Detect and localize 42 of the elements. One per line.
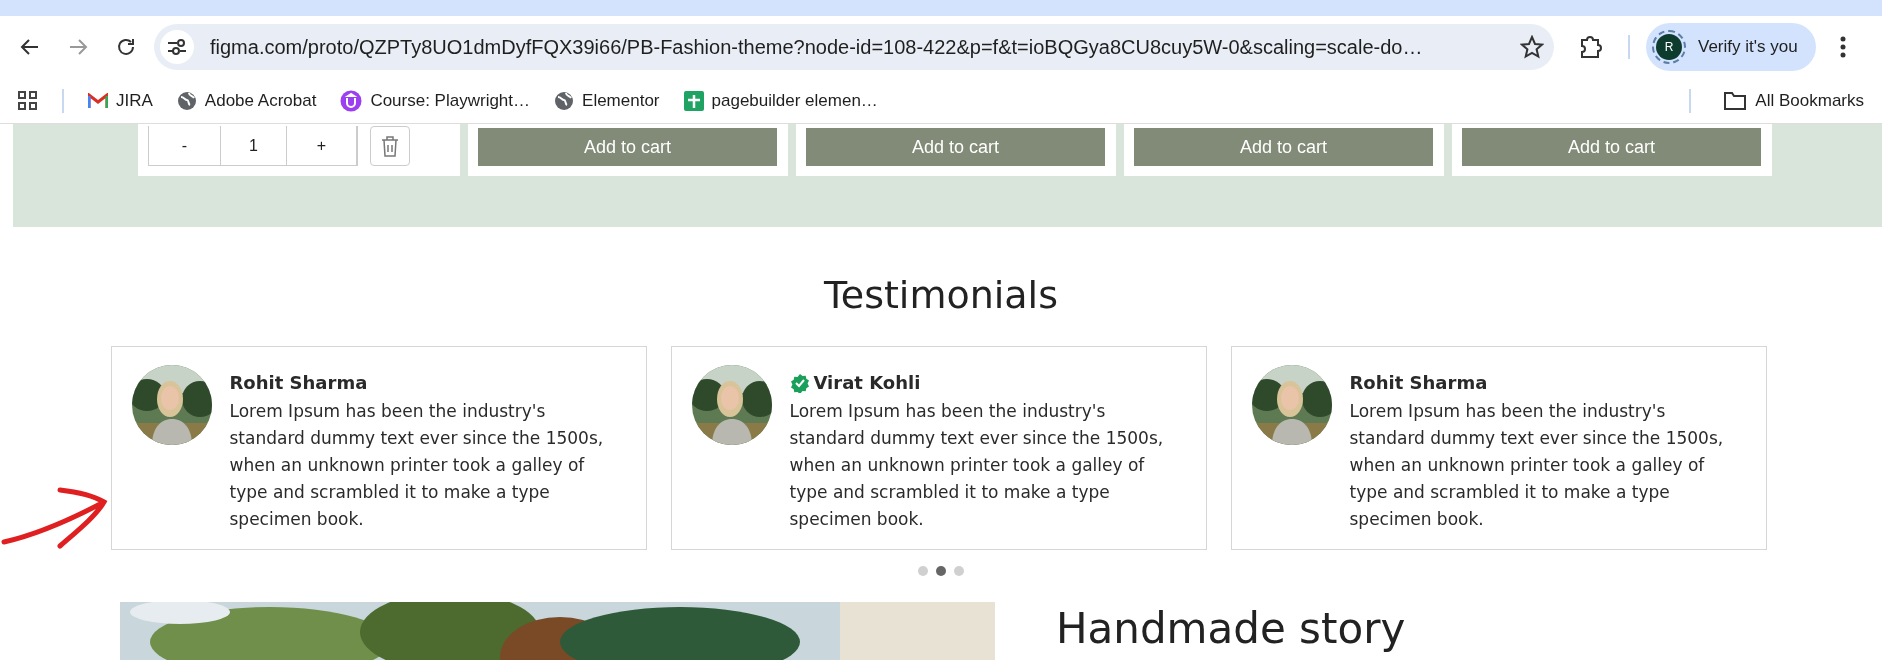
extensions-icon[interactable] — [1578, 34, 1604, 60]
quantity-plus-button[interactable]: + — [287, 126, 357, 165]
folder-icon — [1723, 90, 1748, 111]
testimonial-text: Lorem Ipsum has been the industry's standard dummy text ever since the 1500s, when an unknown printer took a galley of type and scrambled it to make a type specimen book. — [1349, 400, 1725, 531]
sheet-icon — [683, 90, 704, 111]
reviewer-name: Rohit Sharma — [229, 371, 368, 395]
delete-button[interactable] — [370, 126, 410, 166]
menu-icon[interactable] — [1839, 35, 1846, 59]
reviewer-name: Rohit Sharma — [1349, 371, 1488, 395]
apps-grid-icon[interactable] — [18, 90, 38, 111]
all-bookmarks-link[interactable]: All Bookmarks — [1723, 87, 1864, 114]
bookmark-link[interactable]: pagebuilder elemen… — [683, 87, 878, 114]
carousel-dot[interactable] — [918, 566, 928, 576]
reload-icon[interactable] — [115, 36, 137, 58]
quantity-field[interactable]: 1 — [221, 126, 287, 165]
bookmark-star-icon[interactable] — [1520, 35, 1544, 59]
bookmark-link[interactable]: JIRA — [88, 87, 153, 114]
add-to-cart-button[interactable]: Add to cart — [478, 128, 777, 166]
testimonial-text: Lorem Ipsum has been the industry's standard dummy text ever since the 1500s, when an unknown printer took a galley of type and scrambled it to make a type specimen book. — [229, 400, 605, 531]
story-title: Handmade story — [1056, 608, 1406, 655]
carousel-dot[interactable] — [936, 566, 946, 576]
address-bar[interactable]: figma.com/proto/QZPTy8UO1dmDyfFQX39i66/PB-Fashion-theme?node-id=108-422&p=f&t=ioBQGya8CU8cuy5W-0&scaling=scale-do… — [154, 24, 1554, 70]
carousel-dot[interactable] — [954, 566, 964, 576]
add-to-cart-button[interactable]: Add to cart — [1462, 128, 1761, 166]
site-settings-icon[interactable] — [160, 30, 194, 64]
bookmark-link[interactable]: Course: Playwright… — [340, 87, 531, 114]
quantity-minus-button[interactable]: - — [149, 126, 221, 165]
verify-button[interactable]: R Verify it's you — [1646, 23, 1816, 71]
testimonial-text: Lorem Ipsum has been the industry's standard dummy text ever since the 1500s, when an unknown printer took a galley of type and scrambled it to make a type specimen book. — [789, 400, 1165, 531]
bookmark-link[interactable]: Elementor — [554, 87, 660, 114]
mail-icon — [88, 92, 108, 109]
add-to-cart-button[interactable]: Add to cart — [1134, 128, 1433, 166]
globe-icon — [176, 90, 197, 111]
testimonials-title: Testimonials — [823, 272, 1059, 319]
reviewer-name: Virat Kohli — [813, 371, 921, 395]
url-text: figma.com/proto/QZPTy8UO1dmDyfFQX39i66/PB-Fashion-theme?node-id=108-422&p=f&t=ioBQGya8CU8cuy5W-0&scaling=scale-do… — [210, 35, 1424, 60]
profile-avatar: R — [1656, 34, 1682, 60]
add-to-cart-button[interactable]: Add to cart — [806, 128, 1105, 166]
globe-icon — [554, 90, 575, 111]
trash-icon — [380, 134, 400, 158]
bookmark-link[interactable]: Adobe Acrobat — [176, 87, 317, 114]
course-icon — [340, 89, 363, 112]
